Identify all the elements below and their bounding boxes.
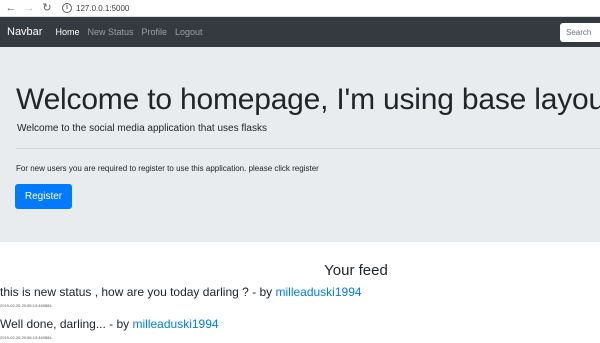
jumbotron: Welcome to homepage, I'm using base layo… — [0, 47, 600, 242]
arrow-right-icon[interactable]: → — [22, 1, 36, 15]
feed-item: this is new status , how are you today d… — [0, 285, 600, 308]
arrow-left-icon[interactable]: ← — [4, 1, 18, 15]
search-input[interactable]: Search — [560, 23, 600, 42]
address-bar[interactable]: 127.0.0.1:5000 — [76, 4, 129, 13]
register-instructions: For new users you are required to regist… — [16, 164, 319, 173]
feed-item: Well done, darling... - by milleaduski19… — [0, 317, 600, 340]
author-link[interactable]: milleaduski1994 — [133, 317, 219, 331]
nav-link-home[interactable]: Home — [55, 27, 79, 37]
nav-link-profile[interactable]: Profile — [142, 27, 168, 37]
page-title: Welcome to homepage, I'm using base layo… — [16, 83, 600, 116]
author-link[interactable]: milleaduski1994 — [275, 285, 361, 299]
feed-title: Your feed — [324, 262, 388, 279]
navbar-brand[interactable]: Navbar — [7, 26, 42, 38]
navbar: Navbar Home New Status Profile Logout Se… — [0, 17, 600, 47]
status-line: this is new status , how are you today d… — [0, 285, 600, 299]
by-text: - by — [248, 285, 276, 299]
browser-toolbar: ← → ↻ i 127.0.0.1:5000 — [0, 0, 600, 17]
nav-link-new-status[interactable]: New Status — [87, 27, 133, 37]
status-line: Well done, darling... - by milleaduski19… — [0, 317, 600, 331]
nav-link-logout[interactable]: Logout — [175, 27, 203, 37]
status-text: Well done, darling... — [0, 317, 106, 331]
status-text: this is new status , how are you today d… — [0, 285, 249, 299]
info-icon[interactable]: i — [62, 3, 72, 13]
reload-icon[interactable]: ↻ — [40, 1, 54, 15]
divider — [16, 148, 600, 149]
lead-text: Welcome to the social media application … — [17, 123, 267, 134]
timestamp: 2019-02-26 20:56:13.460884 — [0, 335, 52, 340]
timestamp: 2019-02-25 20:55:13.460884 — [0, 303, 52, 308]
register-button[interactable]: Register — [15, 184, 72, 209]
by-text: - by — [105, 317, 133, 331]
